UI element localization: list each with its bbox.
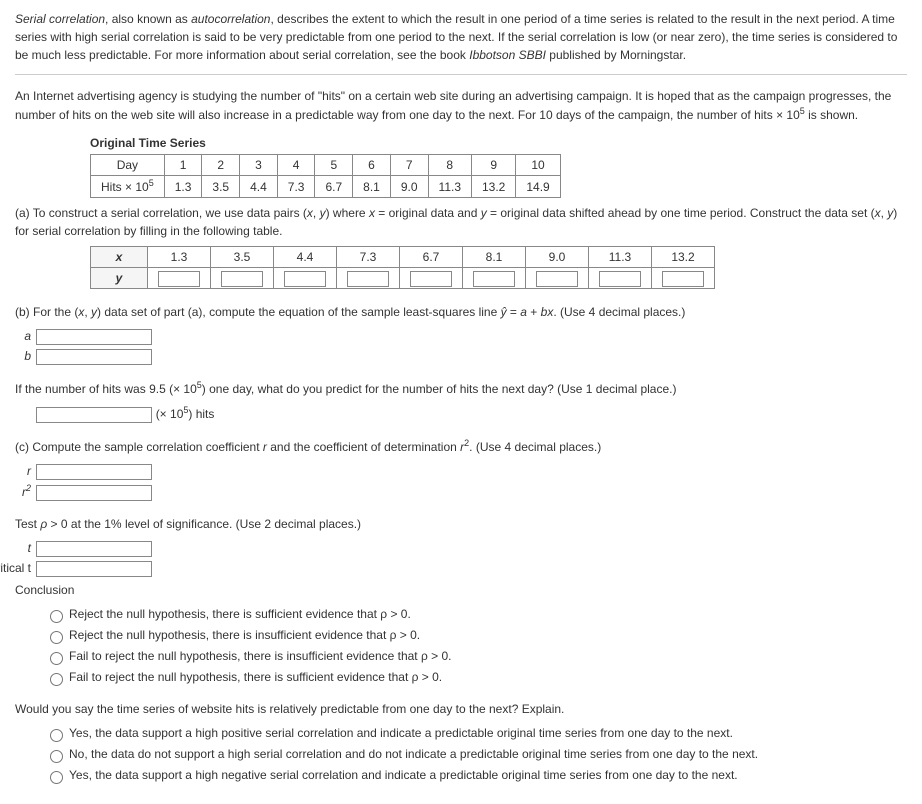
table-row-day: Day 1 2 3 4 5 6 7 8 9 10: [91, 155, 561, 176]
final-text-3: Yes, the data support a high negative se…: [69, 768, 738, 782]
label-a: a: [0, 327, 31, 345]
intro-paragraph-2: An Internet advertising agency is studyi…: [15, 87, 907, 124]
y-input-4[interactable]: [347, 271, 389, 287]
term-serial-correlation: Serial correlation: [15, 12, 105, 26]
final-radio-1[interactable]: [50, 729, 63, 742]
y-input-1[interactable]: [158, 271, 200, 287]
serial-correlation-table: x 1.3 3.5 4.4 7.3 6.7 8.1 9.0 11.3 13.2 …: [90, 246, 715, 289]
conclusion-text-1: Reject the null hypothesis, there is suf…: [69, 607, 411, 621]
table-row-hits: Hits × 105 1.3 3.5 4.4 7.3 6.7 8.1 9.0 1…: [91, 176, 561, 198]
test-question: Test ρ > 0 at the 1% level of significan…: [15, 515, 907, 533]
conclusion-radio-1[interactable]: [50, 610, 63, 623]
input-r[interactable]: [36, 464, 152, 480]
conclusion-radio-2[interactable]: [50, 631, 63, 644]
input-a[interactable]: [36, 329, 152, 345]
table-row-y: y: [91, 268, 715, 289]
intro-paragraph-1: Serial correlation, also known as autoco…: [15, 10, 907, 64]
label-r2: r2: [0, 482, 31, 501]
input-predict[interactable]: [36, 407, 152, 423]
label-critical-t: critical t: [0, 559, 31, 577]
row-header-hits: Hits × 105: [91, 176, 165, 198]
y-input-7[interactable]: [536, 271, 578, 287]
label-t: t: [0, 539, 31, 557]
label-b: b: [0, 347, 31, 365]
conclusion-text-2: Reject the null hypothesis, there is ins…: [69, 628, 420, 642]
row-header-x: x: [91, 247, 148, 268]
predict-question: If the number of hits was 9.5 (× 105) on…: [15, 379, 907, 398]
final-text-2: No, the data do not support a high seria…: [69, 747, 758, 761]
input-r2[interactable]: [36, 485, 152, 501]
label-r: r: [0, 462, 31, 480]
conclusion-radio-4[interactable]: [50, 673, 63, 686]
input-t[interactable]: [36, 541, 152, 557]
conclusion-text-3: Fail to reject the null hypothesis, ther…: [69, 649, 451, 663]
y-input-6[interactable]: [473, 271, 515, 287]
conclusion-label: Conclusion: [15, 581, 907, 599]
final-question: Would you say the time series of website…: [15, 700, 907, 718]
conclusion-radio-3[interactable]: [50, 652, 63, 665]
final-options: Yes, the data support a high positive se…: [45, 724, 907, 784]
conclusion-text-4: Fail to reject the null hypothesis, ther…: [69, 670, 442, 684]
original-series-table: Day 1 2 3 4 5 6 7 8 9 10 Hits × 105 1.3 …: [90, 154, 561, 198]
term-autocorrelation: autocorrelation: [191, 12, 270, 26]
original-series-title: Original Time Series: [90, 134, 907, 152]
final-text-1: Yes, the data support a high positive se…: [69, 726, 733, 740]
final-radio-2[interactable]: [50, 750, 63, 763]
question-c: (c) Compute the sample correlation coeff…: [15, 437, 907, 456]
y-input-3[interactable]: [284, 271, 326, 287]
input-critical-t[interactable]: [36, 561, 152, 577]
divider: [15, 74, 907, 75]
row-header-y: y: [91, 268, 148, 289]
y-input-2[interactable]: [221, 271, 263, 287]
conclusion-options: Reject the null hypothesis, there is suf…: [45, 605, 907, 686]
question-a: (a) To construct a serial correlation, w…: [15, 204, 907, 240]
final-radio-3[interactable]: [50, 771, 63, 784]
y-input-8[interactable]: [599, 271, 641, 287]
predict-units: (× 105) hits: [156, 407, 215, 421]
y-input-9[interactable]: [662, 271, 704, 287]
question-b: (b) For the (x, y) data set of part (a),…: [15, 303, 907, 321]
book-title: Ibbotson SBBI: [469, 48, 546, 62]
input-b[interactable]: [36, 349, 152, 365]
y-input-5[interactable]: [410, 271, 452, 287]
table-row-x: x 1.3 3.5 4.4 7.3 6.7 8.1 9.0 11.3 13.2: [91, 247, 715, 268]
row-header-day: Day: [91, 155, 165, 176]
